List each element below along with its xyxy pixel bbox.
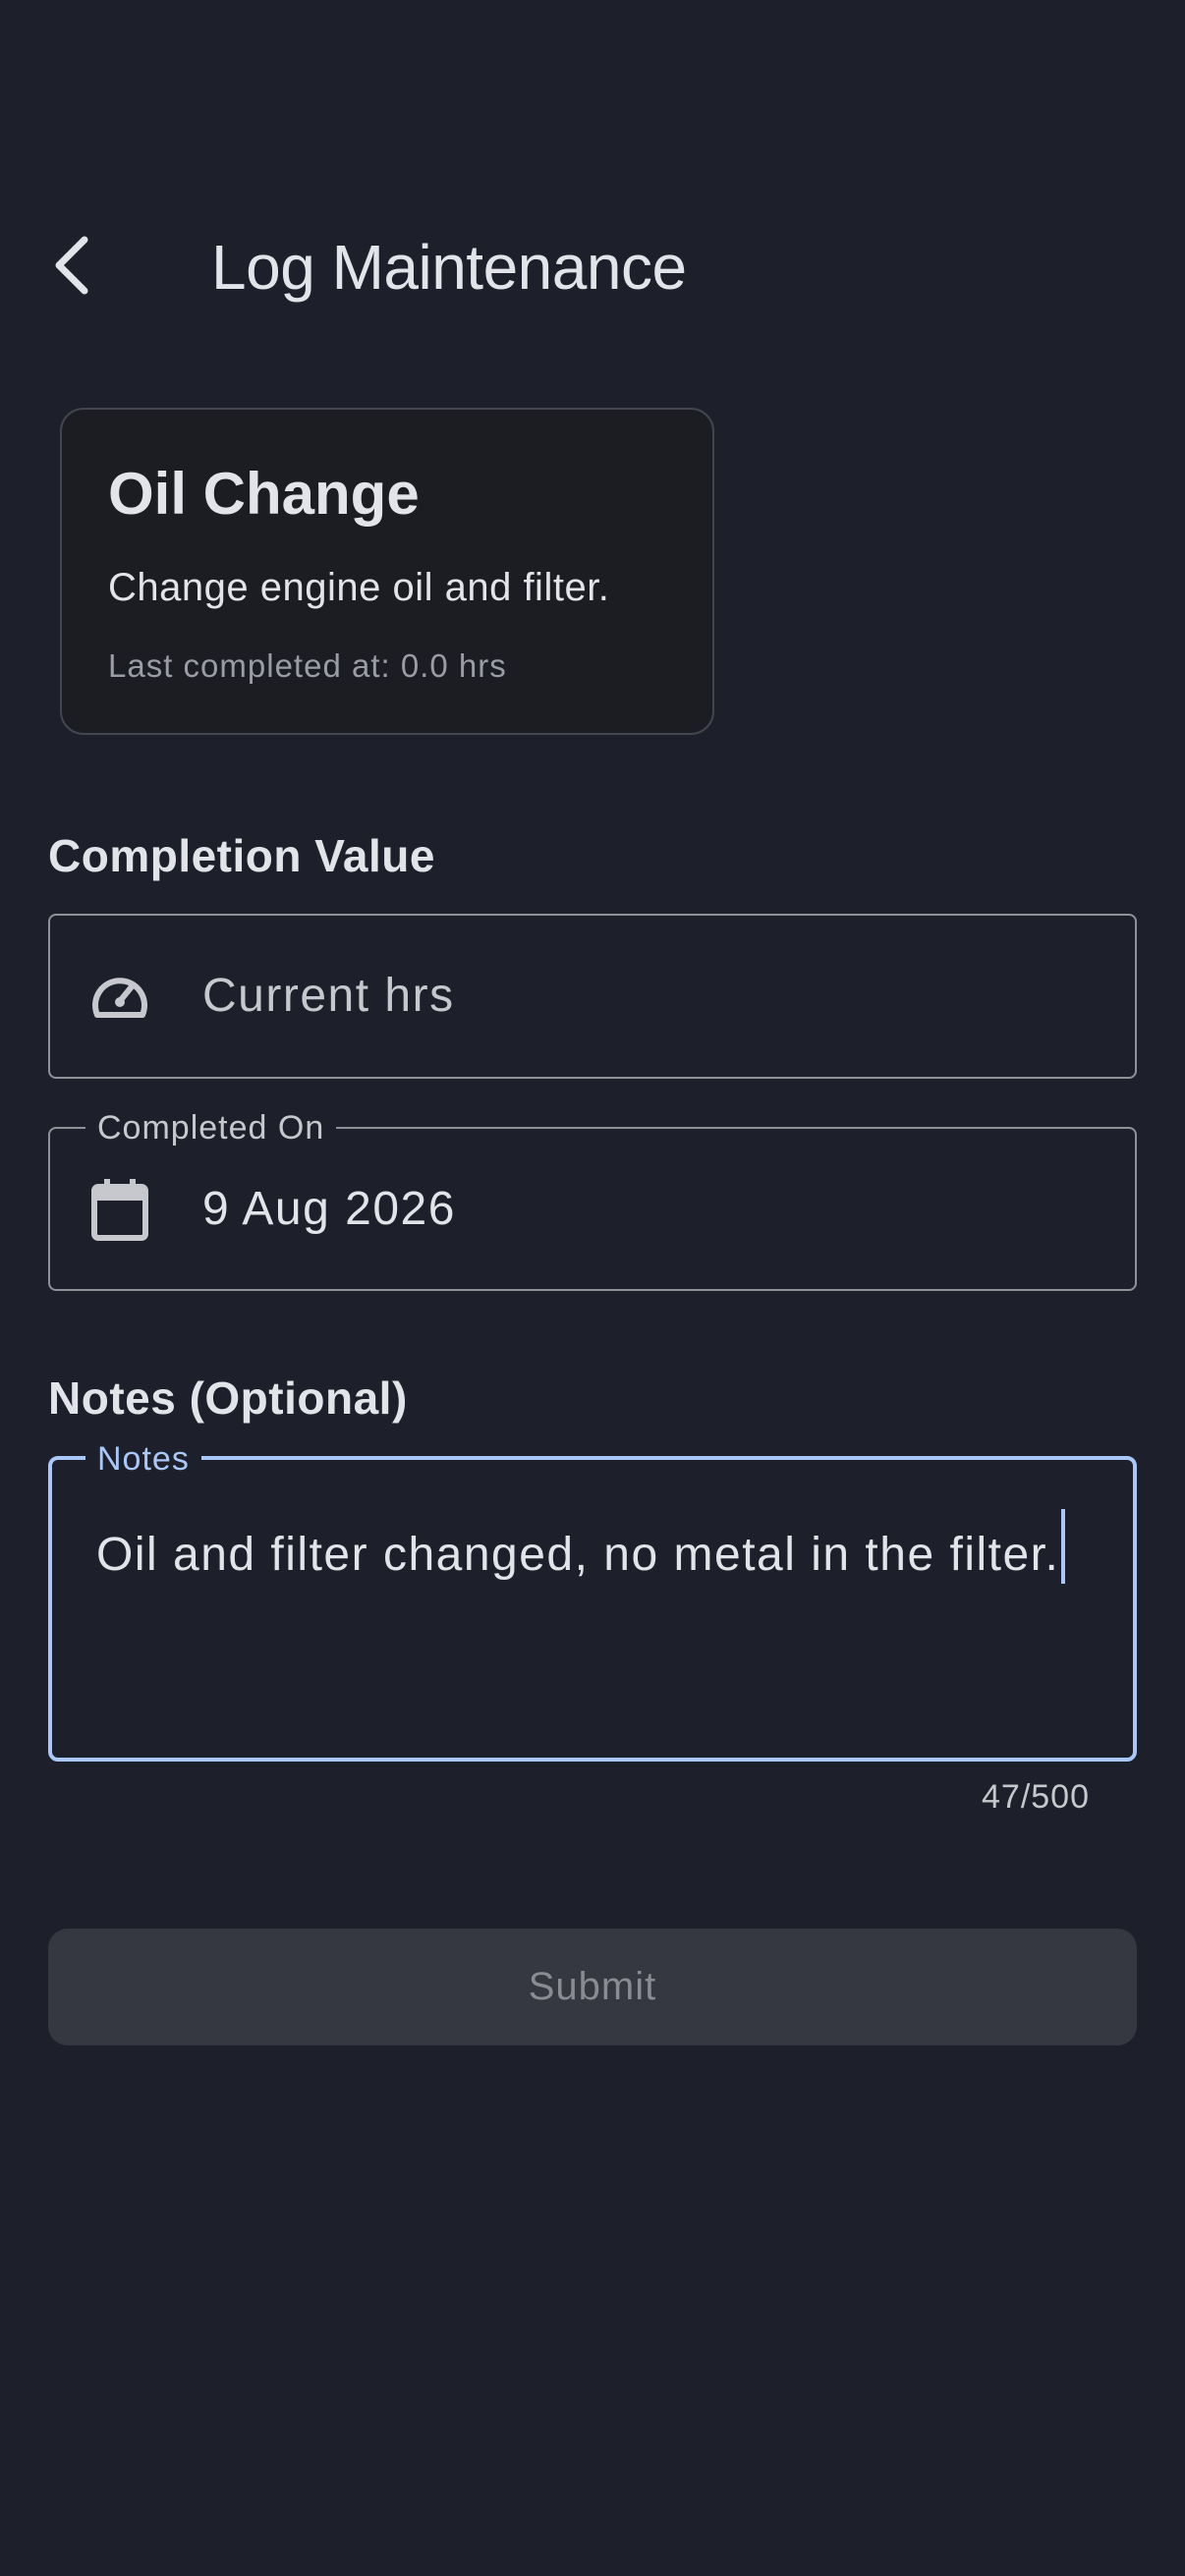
notes-section-label: Notes (Optional): [48, 1372, 408, 1424]
completed-on-label: Completed On: [85, 1109, 337, 1147]
page-title: Log Maintenance: [211, 232, 687, 303]
task-title: Oil Change: [108, 461, 420, 527]
back-button[interactable]: [51, 222, 114, 308]
chevron-left-icon: [55, 236, 88, 295]
calendar-icon: [87, 1177, 152, 1242]
completion-value-label: Completion Value: [48, 830, 435, 881]
submit-button[interactable]: Submit: [48, 1929, 1137, 2045]
text-caret: [1061, 1509, 1066, 1584]
current-hrs-input[interactable]: [202, 967, 1087, 1026]
last-completed-text: Last completed at: 0.0 hrs: [108, 647, 507, 684]
task-card: Oil Change Change engine oil and filter.…: [60, 408, 714, 735]
task-description: Change engine oil and filter.: [108, 566, 610, 609]
notes-character-counter: 47/500: [982, 1778, 1090, 1816]
completed-on-value: 9 Aug 2026: [202, 1182, 456, 1235]
notes-field[interactable]: Notes Oil and filter changed, no metal i…: [48, 1440, 1137, 1762]
notes-value: Oil and filter changed, no metal in the …: [96, 1529, 1060, 1581]
speedometer-icon: [87, 964, 152, 1029]
completed-on-field[interactable]: Completed On 9 Aug 2026: [48, 1109, 1137, 1291]
notes-input[interactable]: Oil and filter changed, no metal in the …: [96, 1509, 1079, 1590]
completion-value-field[interactable]: [48, 914, 1137, 1079]
notes-label: Notes: [85, 1440, 201, 1478]
